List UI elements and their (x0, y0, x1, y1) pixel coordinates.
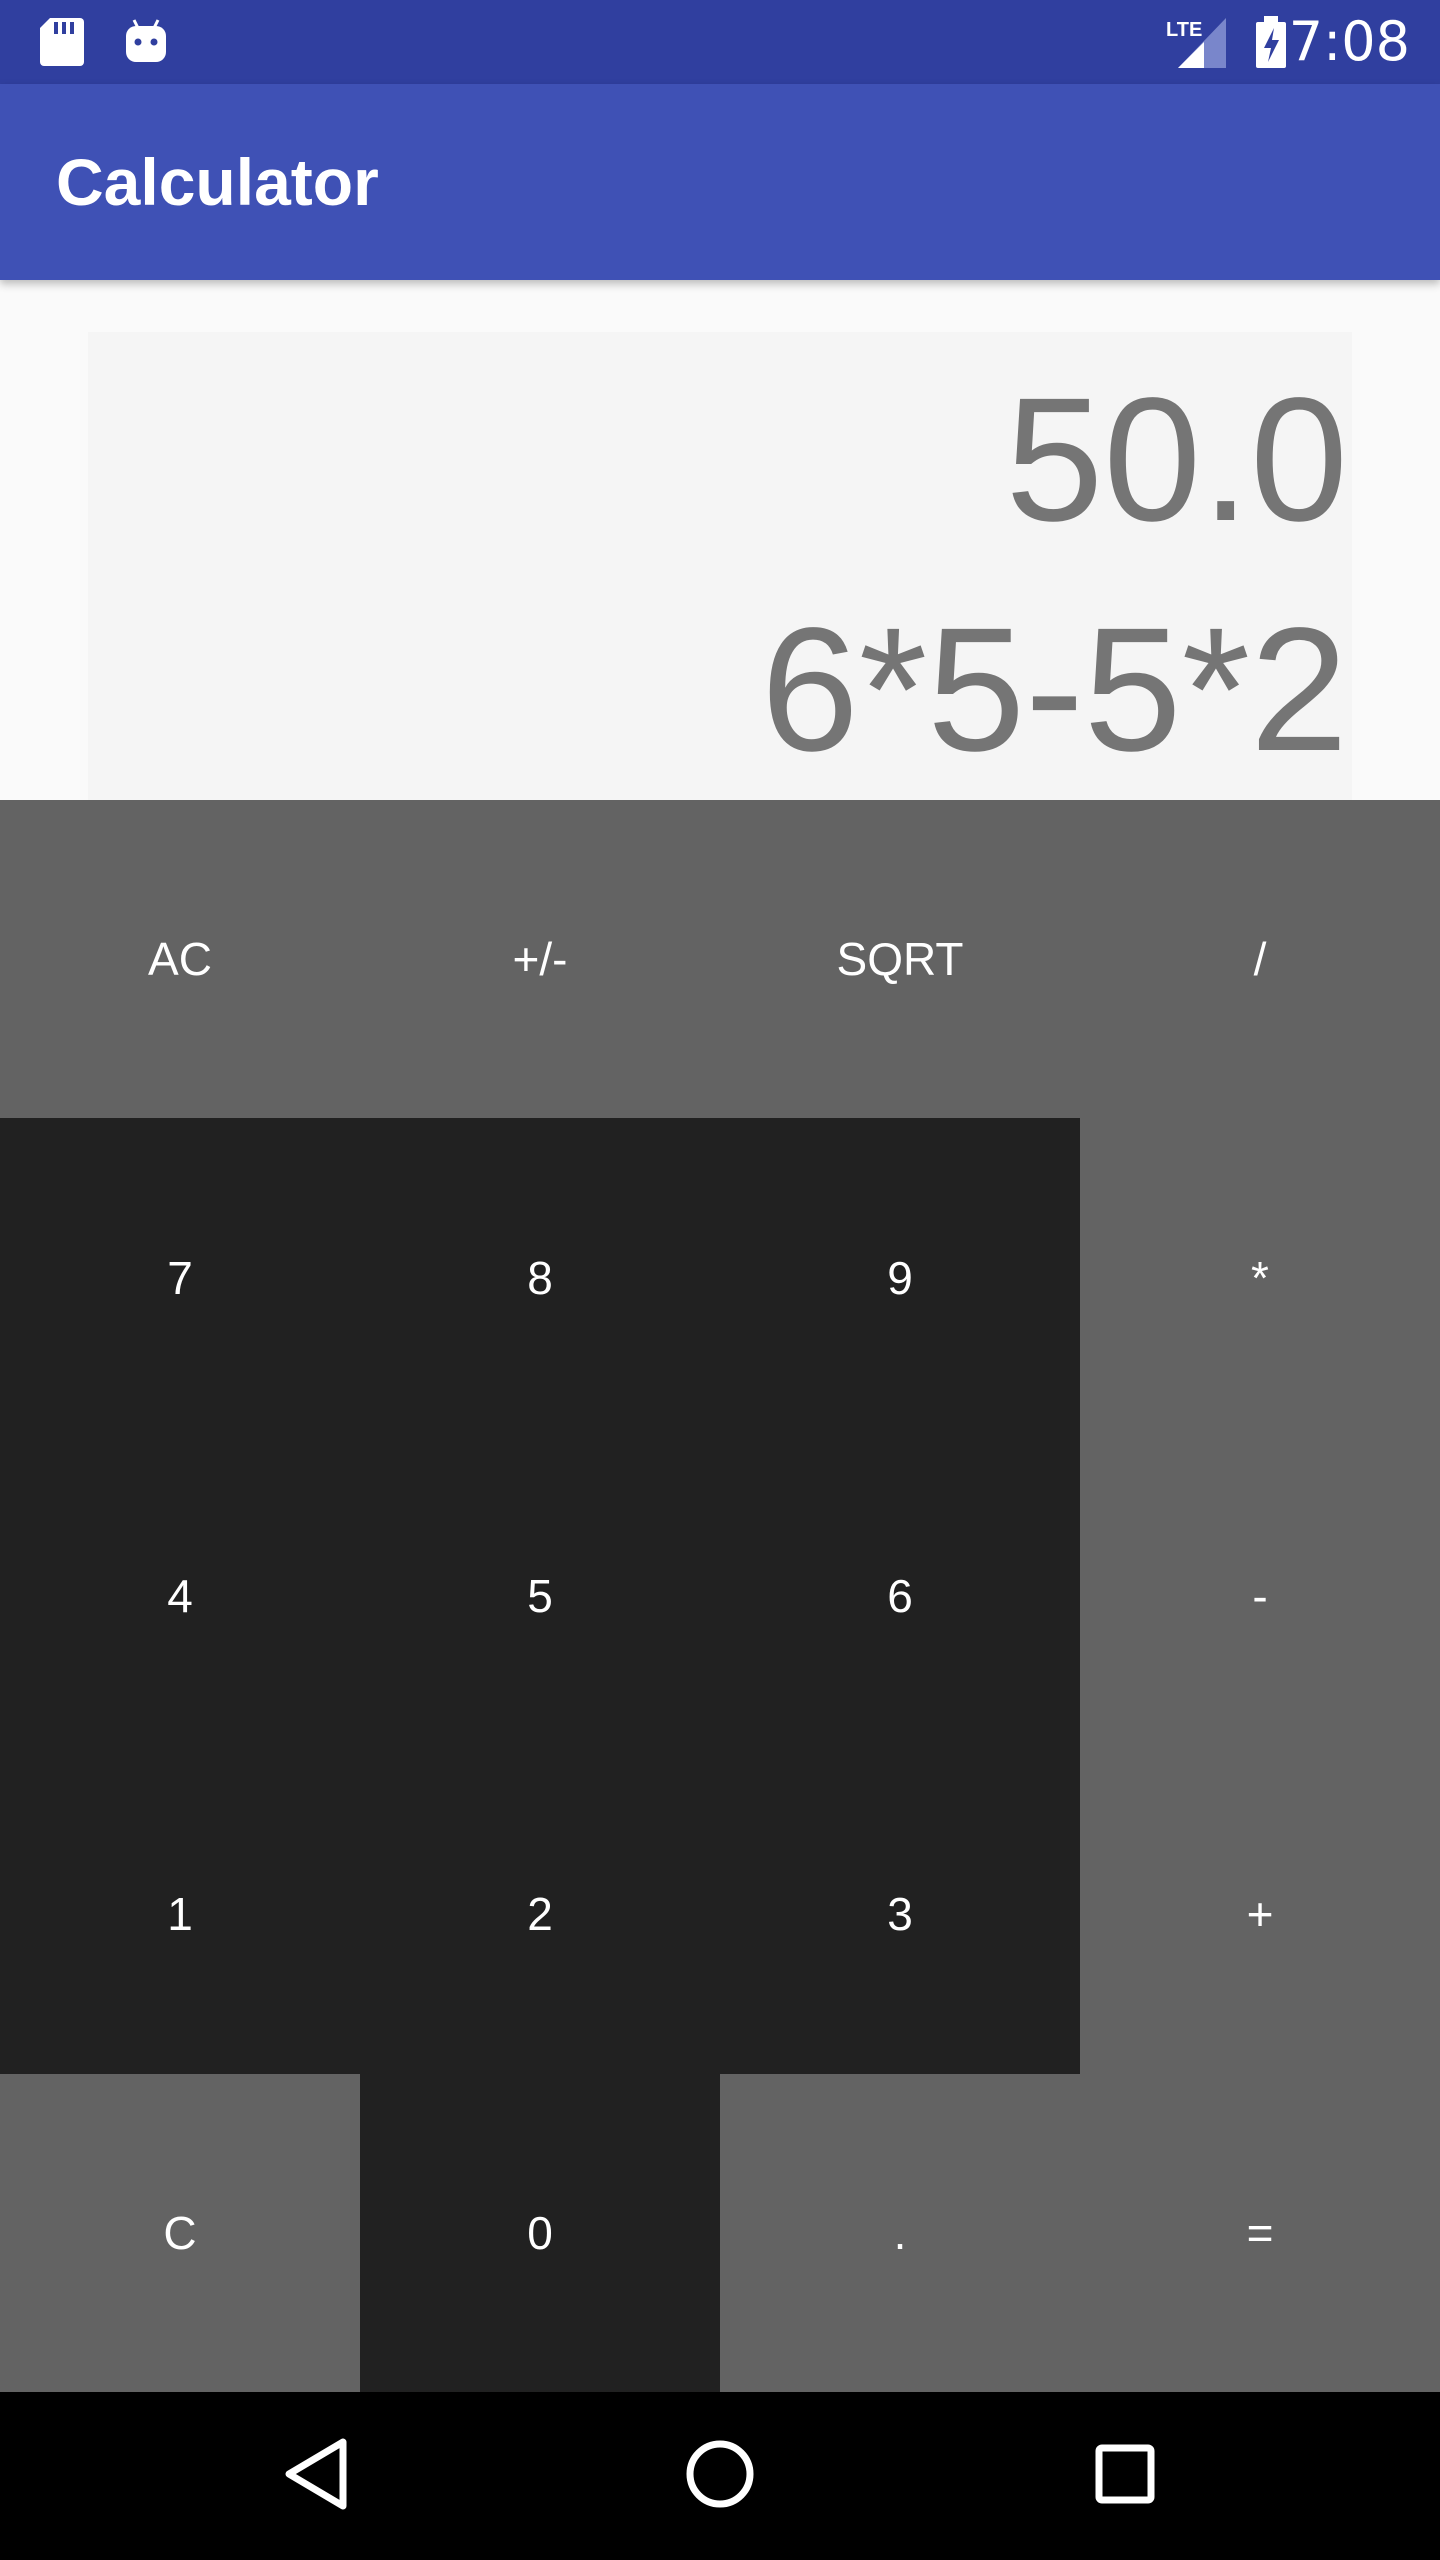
recents-button[interactable] (1075, 2426, 1175, 2526)
expression-display: 6*5-5*2 (760, 592, 1348, 788)
app-title: Calculator (56, 145, 379, 219)
add-key[interactable]: + (1080, 1755, 1440, 2074)
digit-8-key[interactable]: 8 (360, 1118, 720, 1437)
digit-6-key[interactable]: 6 (720, 1436, 1080, 1756)
digit-0-key[interactable]: 0 (360, 2073, 720, 2392)
equals-key[interactable]: = (1080, 2073, 1440, 2392)
clear-key[interactable]: C (0, 2073, 360, 2392)
result-display: 50.0 (1005, 362, 1348, 558)
status-time: 7:08 (1288, 10, 1410, 73)
digit-2-key[interactable]: 2 (360, 1755, 720, 2074)
navigation-bar (0, 2392, 1440, 2560)
keypad: AC +/- SQRT / 7 8 9 * 4 5 6 - 1 2 3 + C … (0, 800, 1440, 2392)
calculator-screen: LTE 7:08 Calculator 50.0 6*5-5*2 AC +/- … (0, 0, 1440, 2560)
back-icon (281, 2436, 351, 2516)
digit-3-key[interactable]: 3 (720, 1755, 1080, 2074)
digit-4-key[interactable]: 4 (0, 1436, 360, 1756)
ac-key[interactable]: AC (0, 800, 360, 1119)
recents-icon (1093, 2442, 1157, 2510)
status-bar: LTE 7:08 (0, 0, 1440, 84)
subtract-key[interactable]: - (1080, 1436, 1440, 1756)
sd-card-icon (40, 16, 92, 68)
multiply-key[interactable]: * (1080, 1118, 1440, 1437)
display-area: 50.0 6*5-5*2 (0, 280, 1440, 800)
battery-charging-icon (1252, 14, 1292, 74)
divide-key[interactable]: / (1080, 800, 1440, 1119)
android-icon (124, 16, 176, 68)
home-button[interactable] (670, 2426, 770, 2526)
digit-1-key[interactable]: 1 (0, 1755, 360, 2074)
home-icon (684, 2438, 756, 2514)
lte-label: LTE (1166, 19, 1202, 41)
lte-signal-icon: LTE (1164, 14, 1228, 74)
plus-minus-key[interactable]: +/- (360, 800, 720, 1119)
digit-5-key[interactable]: 5 (360, 1436, 720, 1756)
sqrt-key[interactable]: SQRT (720, 800, 1080, 1119)
digit-7-key[interactable]: 7 (0, 1118, 360, 1437)
app-bar: Calculator (0, 84, 1440, 280)
display-panel: 50.0 6*5-5*2 (88, 332, 1352, 800)
decimal-key[interactable]: . (720, 2073, 1080, 2392)
digit-9-key[interactable]: 9 (720, 1118, 1080, 1437)
back-button[interactable] (266, 2426, 366, 2526)
